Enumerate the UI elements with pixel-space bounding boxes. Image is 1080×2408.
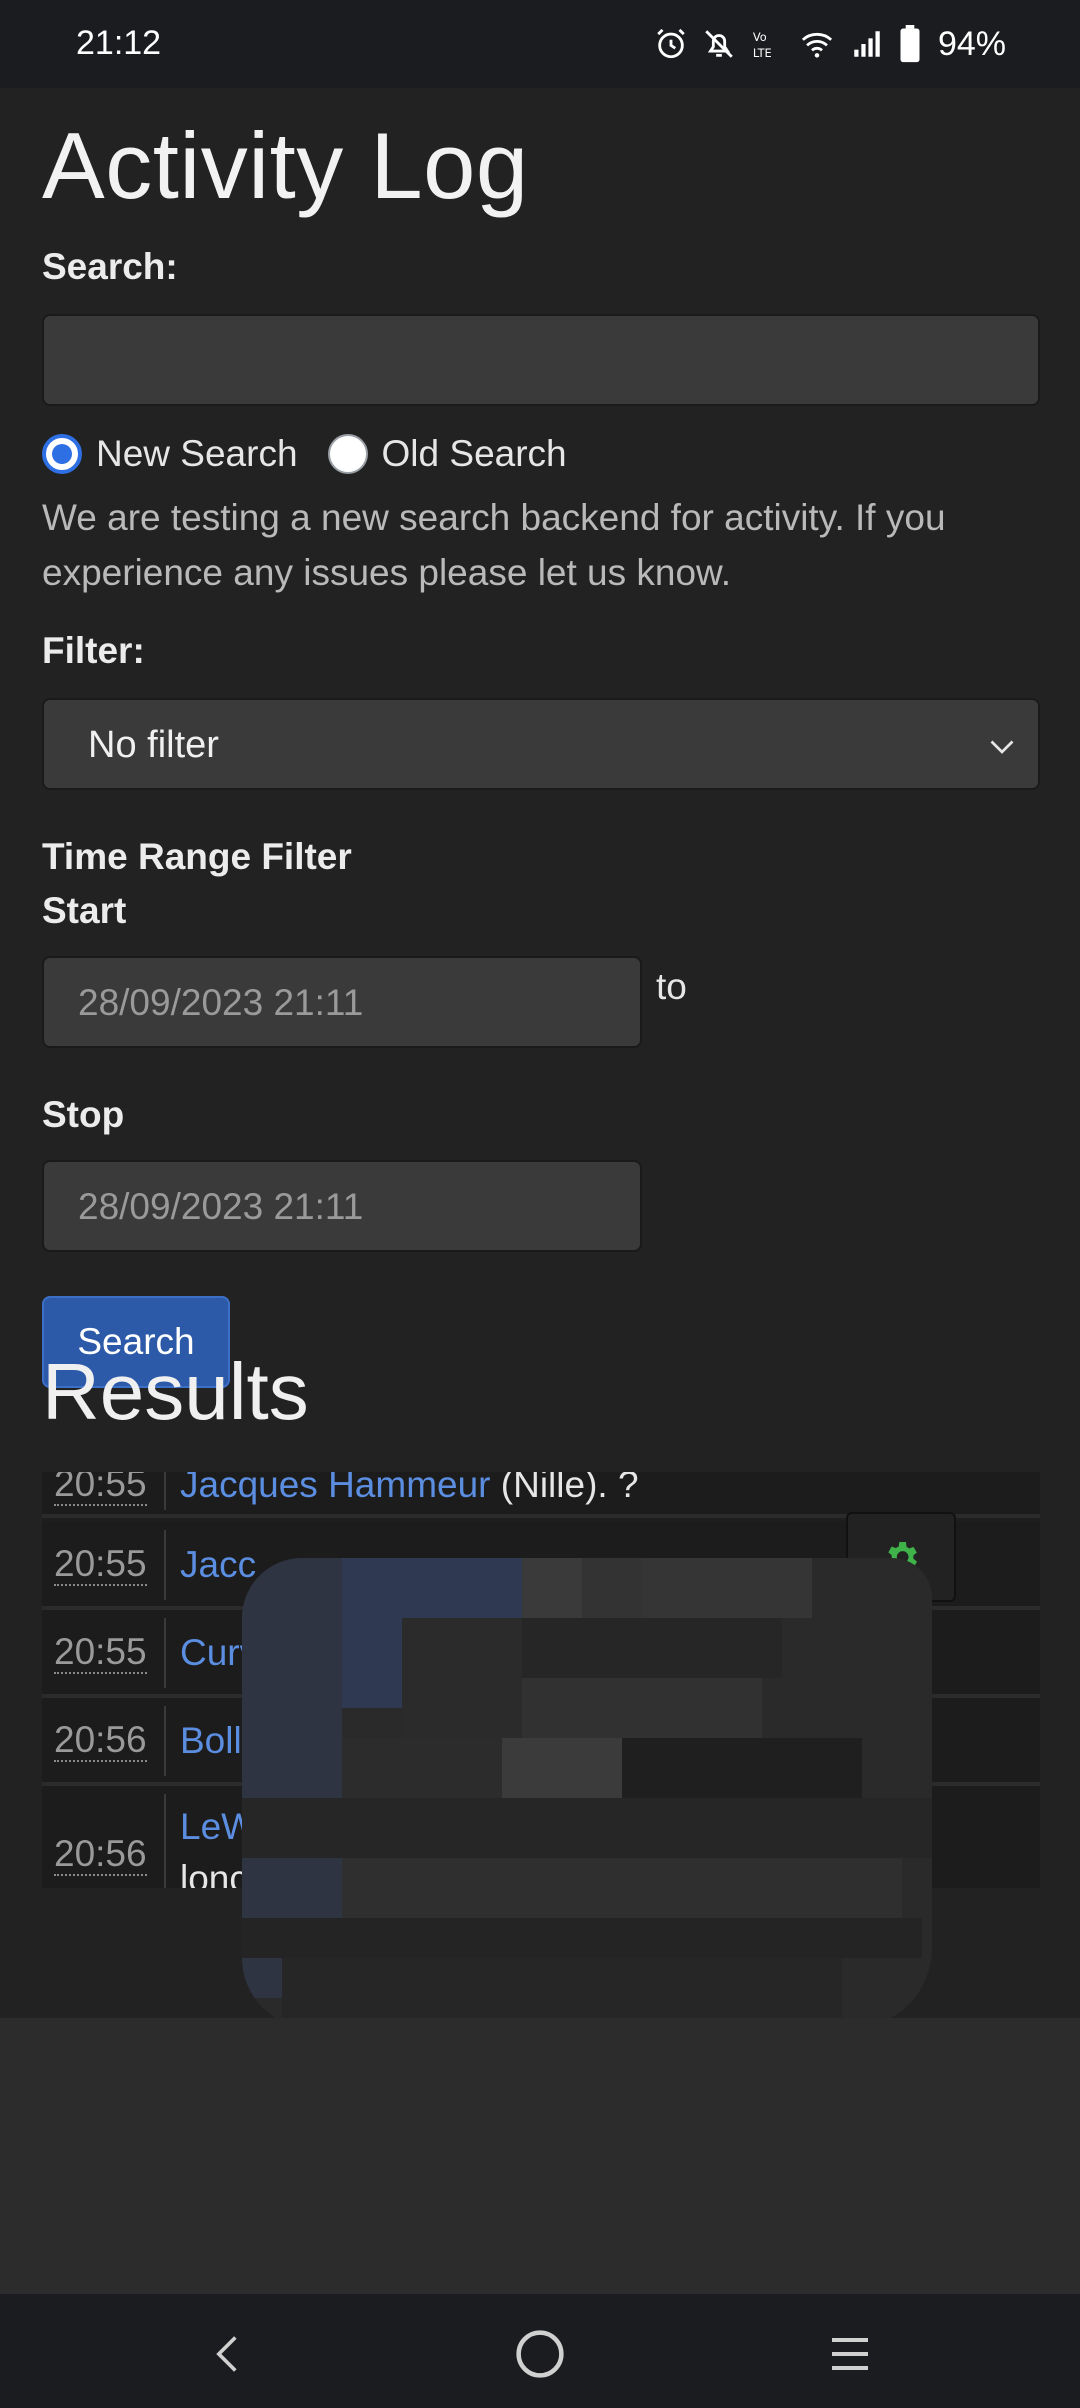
old-search-radio[interactable] — [327, 434, 368, 474]
recents-icon — [832, 2338, 868, 2370]
signal-icon — [854, 31, 880, 57]
row-divider — [164, 1530, 166, 1600]
start-date-input[interactable]: 28/09/2023 21:11 — [42, 956, 642, 1048]
system-nav-bar — [0, 2294, 1080, 2408]
mute-icon — [705, 30, 733, 58]
status-time: 21:12 — [76, 24, 162, 62]
results-title: Results — [42, 1347, 309, 1436]
result-user-link[interactable]: Jacques Hammeur — [180, 1472, 491, 1505]
new-search-radio[interactable] — [42, 434, 82, 474]
battery-percent: 94% — [937, 24, 1006, 63]
stop-label: Stop — [42, 1094, 125, 1135]
chevron-down-icon — [990, 740, 1014, 754]
row-divider — [164, 1706, 166, 1776]
search-label: Search: — [42, 246, 178, 287]
filter-select[interactable]: No filter — [42, 698, 1040, 790]
stop-date-value: 28/09/2023 21:11 — [78, 1186, 364, 1227]
stop-date-input[interactable]: 28/09/2023 21:11 — [42, 1160, 642, 1252]
search-help-text: We are testing a new search backend for … — [42, 497, 946, 593]
result-time: 20:56 — [54, 1833, 147, 1876]
result-detail: lonc — [180, 1858, 248, 1888]
old-search-label[interactable]: Old Search — [382, 433, 567, 475]
new-search-label[interactable]: New Search — [96, 433, 298, 475]
status-bar: 21:12 Vo LTE 94% — [0, 0, 1080, 88]
search-input[interactable] — [42, 314, 1040, 406]
svg-text:Vo: Vo — [753, 30, 767, 44]
result-time: 20:55 — [54, 1543, 147, 1586]
search-mode-group: New Search Old Search — [42, 424, 597, 484]
wifi-icon — [801, 32, 833, 58]
alarm-icon — [657, 28, 685, 59]
battery-icon — [900, 25, 920, 63]
result-user-link[interactable]: Boll — [180, 1720, 242, 1762]
result-time: 20:55 — [54, 1472, 147, 1506]
home-icon — [516, 2330, 564, 2378]
recents-button[interactable] — [820, 2324, 880, 2384]
row-divider — [164, 1618, 166, 1688]
row-divider — [164, 1472, 166, 1510]
svg-text:LTE: LTE — [753, 46, 772, 60]
start-date-value: 28/09/2023 21:11 — [78, 982, 364, 1023]
row-divider — [164, 1794, 166, 1888]
status-icons: Vo LTE 94% — [654, 20, 1006, 68]
filter-selected-value: No filter — [88, 724, 219, 766]
empty-area — [0, 2018, 1080, 2294]
filter-label: Filter: — [42, 630, 145, 671]
result-time: 20:56 — [54, 1719, 147, 1762]
time-range-heading: Time Range Filter — [42, 836, 352, 877]
volte-icon: Vo LTE — [753, 30, 772, 60]
back-button[interactable] — [198, 2324, 258, 2384]
to-text: to — [656, 966, 687, 1007]
back-icon — [216, 2336, 237, 2372]
result-detail: (Nille). ? — [490, 1472, 639, 1505]
result-time: 20:55 — [54, 1631, 147, 1674]
home-button[interactable] — [510, 2324, 570, 2384]
start-label: Start — [42, 890, 127, 931]
redaction-blur — [242, 1558, 932, 2028]
page-title: Activity Log — [42, 113, 529, 218]
